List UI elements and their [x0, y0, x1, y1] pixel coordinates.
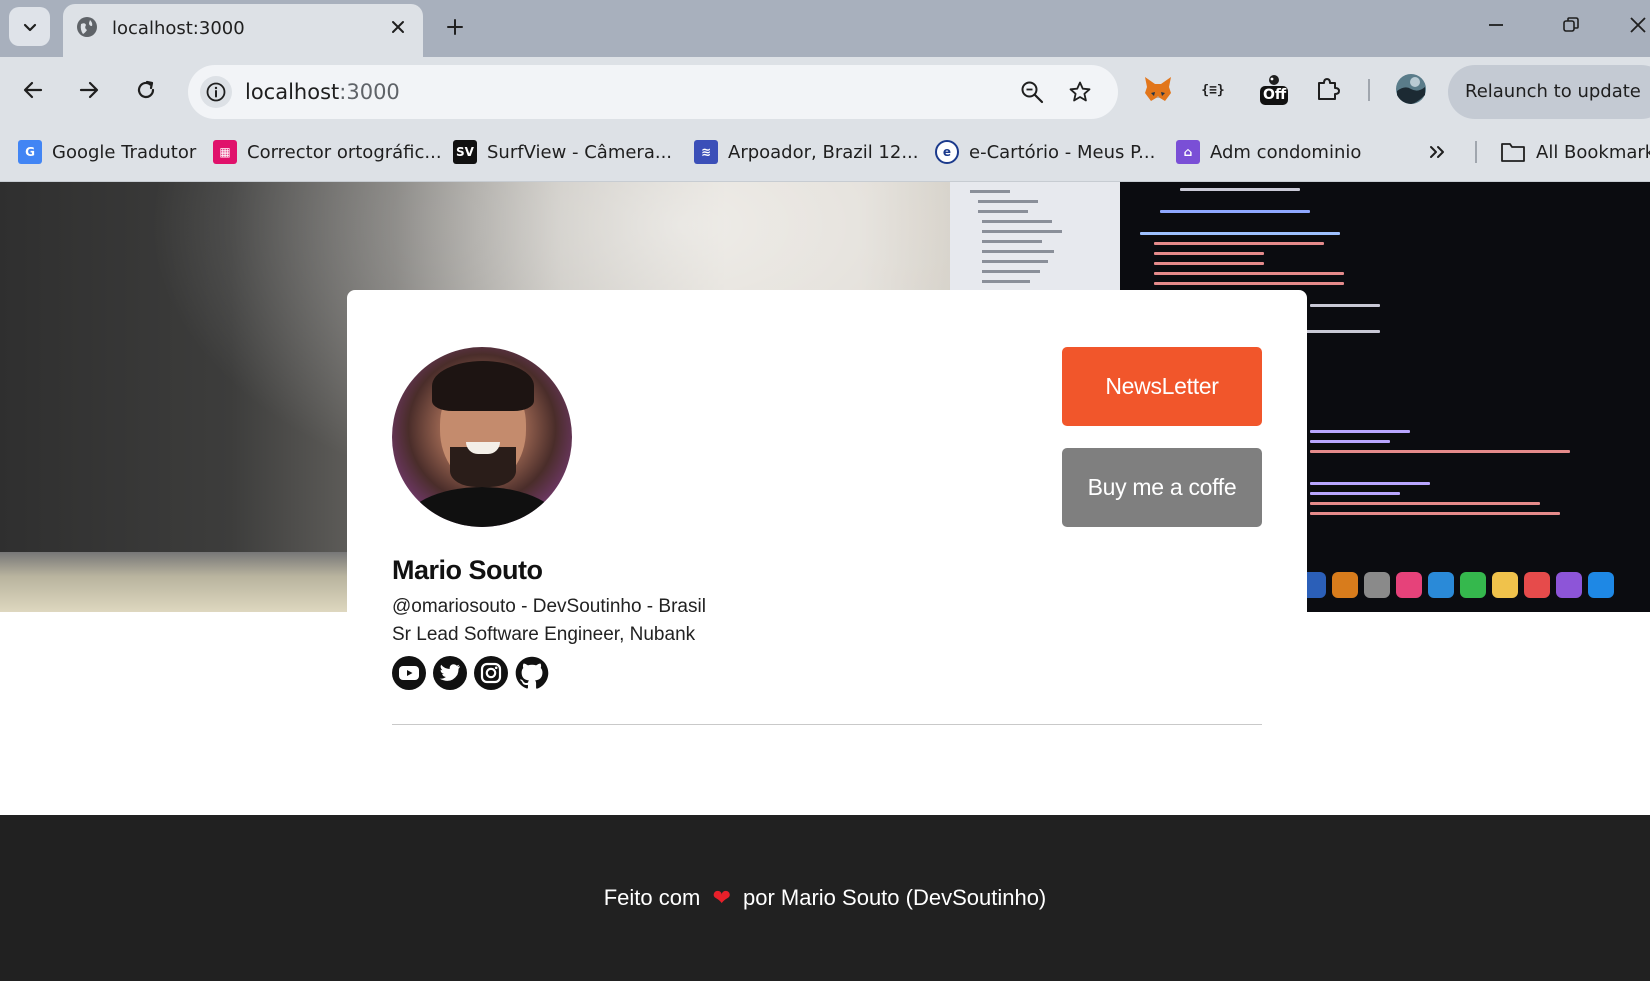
twitter-link[interactable]: [433, 656, 467, 690]
arpoador-icon: ≋: [694, 140, 718, 164]
reload-button[interactable]: [127, 71, 165, 109]
reload-icon: [137, 80, 155, 99]
info-icon: [206, 82, 226, 102]
bookmark-corrector[interactable]: ▦ Corrector ortográfic...: [213, 136, 442, 168]
bookmark-label: Google Tradutor: [52, 141, 197, 163]
extension-off-badge: Off: [1263, 87, 1287, 103]
url-text: localhost:3000: [245, 80, 400, 104]
url-host: localhost: [245, 80, 340, 104]
bookmarks-separator: [1475, 141, 1477, 163]
metamask-extension-button[interactable]: [1140, 71, 1176, 107]
profile-card: Mario Souto @omariosouto - DevSoutinho -…: [347, 290, 1307, 730]
browser-toolbar: localhost:3000 {≡} Off Relaunch to updat…: [0, 57, 1650, 122]
profile-avatar-button[interactable]: [1393, 71, 1429, 107]
tab-search-button[interactable]: [9, 7, 50, 46]
all-bookmarks-label: All Bookmark: [1536, 141, 1650, 163]
extensions-button[interactable]: [1310, 71, 1346, 107]
bookmark-star-button[interactable]: [1066, 78, 1094, 106]
json-braces-icon: {≡}: [1201, 83, 1224, 98]
newsletter-button[interactable]: NewsLetter: [1062, 347, 1262, 426]
magnifier-icon: [1021, 81, 1044, 104]
close-icon: [1630, 17, 1646, 33]
puzzle-icon: [1318, 78, 1340, 100]
site-info-button[interactable]: [200, 76, 232, 108]
restore-icon: [1563, 17, 1579, 32]
chevron-down-icon: [23, 23, 36, 31]
plus-icon: [447, 19, 463, 35]
bookmarks-overflow-button[interactable]: [1428, 136, 1446, 168]
instagram-icon: [480, 662, 502, 684]
zoom-button[interactable]: [1018, 78, 1046, 106]
bookmark-label: e-Cartório - Meus P...: [969, 141, 1156, 163]
profile-handle: @omariosouto - DevSoutinho - Brasil: [392, 596, 706, 617]
footer-suffix: por Mario Souto (DevSoutinho): [743, 885, 1047, 910]
footer-credit: Feito com ❤ por Mario Souto (DevSoutinho…: [0, 885, 1650, 911]
social-links: [392, 656, 549, 690]
surfview-icon: SV: [453, 140, 477, 164]
youtube-icon: [399, 666, 419, 680]
google-translate-icon: G: [18, 140, 42, 164]
json-viewer-extension-button[interactable]: {≡}: [1195, 71, 1231, 107]
page-footer: Feito com ❤ por Mario Souto (DevSoutinho…: [0, 815, 1650, 981]
tab-close-button[interactable]: [385, 14, 411, 40]
bookmark-surfview[interactable]: SV SurfView - Câmera...: [453, 136, 672, 168]
github-icon: [515, 656, 549, 689]
footer-prefix: Feito com: [603, 885, 701, 910]
tab-title: localhost:3000: [112, 18, 245, 39]
close-window-button[interactable]: [1620, 10, 1650, 40]
minimize-button[interactable]: [1478, 10, 1514, 40]
avatar: [1396, 74, 1426, 104]
bookmark-google-tradutor[interactable]: G Google Tradutor: [18, 136, 196, 168]
github-link[interactable]: [515, 656, 549, 690]
restore-button[interactable]: [1553, 10, 1589, 40]
card-divider: [392, 724, 1262, 725]
address-bar[interactable]: localhost:3000: [188, 65, 1118, 119]
twitter-icon: [439, 664, 461, 681]
ecartorio-icon: e: [935, 140, 959, 164]
bookmark-label: Arpoador, Brazil 12...: [728, 141, 919, 163]
browser-tab-strip: localhost:3000: [0, 0, 1650, 57]
hero-monitor-sidebar: [950, 182, 1120, 292]
bookmark-label: Corrector ortográfic...: [247, 141, 442, 163]
bookmark-label: Adm condominio: [1210, 141, 1362, 163]
bookmark-arpoador[interactable]: ≋ Arpoador, Brazil 12...: [694, 136, 919, 168]
profile-name: Mario Souto: [392, 555, 543, 585]
instagram-link[interactable]: [474, 656, 508, 690]
hero-dock-icons: [1300, 567, 1650, 603]
toolbar-separator: [1368, 79, 1370, 101]
minimize-icon: [1489, 24, 1503, 26]
heart-icon: ❤: [712, 885, 731, 910]
bookmark-ecartorio[interactable]: e e-Cartório - Meus P...: [935, 136, 1155, 168]
forward-button[interactable]: [70, 71, 108, 109]
off-extension-button[interactable]: Off: [1256, 71, 1292, 107]
avatar: [392, 347, 572, 527]
globe-icon: [77, 17, 97, 37]
double-chevron-right-icon: [1430, 146, 1444, 158]
svg-text:{≡}: {≡}: [1201, 83, 1224, 98]
new-tab-button[interactable]: [440, 12, 470, 42]
arrow-right-icon: [79, 81, 99, 99]
bookmark-label: SurfView - Câmera...: [487, 141, 673, 163]
youtube-link[interactable]: [392, 656, 426, 690]
buy-me-a-coffee-button[interactable]: Buy me a coffe: [1062, 448, 1262, 527]
metamask-fox-icon: [1145, 77, 1171, 101]
relaunch-label: Relaunch to update: [1465, 81, 1641, 102]
active-tab[interactable]: localhost:3000: [63, 4, 423, 57]
url-port: :3000: [339, 80, 400, 104]
corrector-icon: ▦: [213, 140, 237, 164]
relaunch-button[interactable]: Relaunch to update: [1448, 65, 1650, 119]
condominio-icon: ⌂: [1176, 140, 1200, 164]
bookmark-adm-condominio[interactable]: ⌂ Adm condominio: [1176, 136, 1361, 168]
folder-icon: [1501, 143, 1525, 162]
bookmarks-bar: G Google Tradutor ▦ Corrector ortográfic…: [0, 122, 1650, 182]
all-bookmarks-button[interactable]: All Bookmark: [1500, 136, 1650, 168]
close-icon: [392, 21, 404, 33]
star-icon: [1069, 81, 1091, 102]
arrow-left-icon: [23, 81, 43, 99]
hero-book: [0, 552, 360, 612]
profile-role: Sr Lead Software Engineer, Nubank: [392, 624, 696, 645]
back-button[interactable]: [14, 71, 52, 109]
